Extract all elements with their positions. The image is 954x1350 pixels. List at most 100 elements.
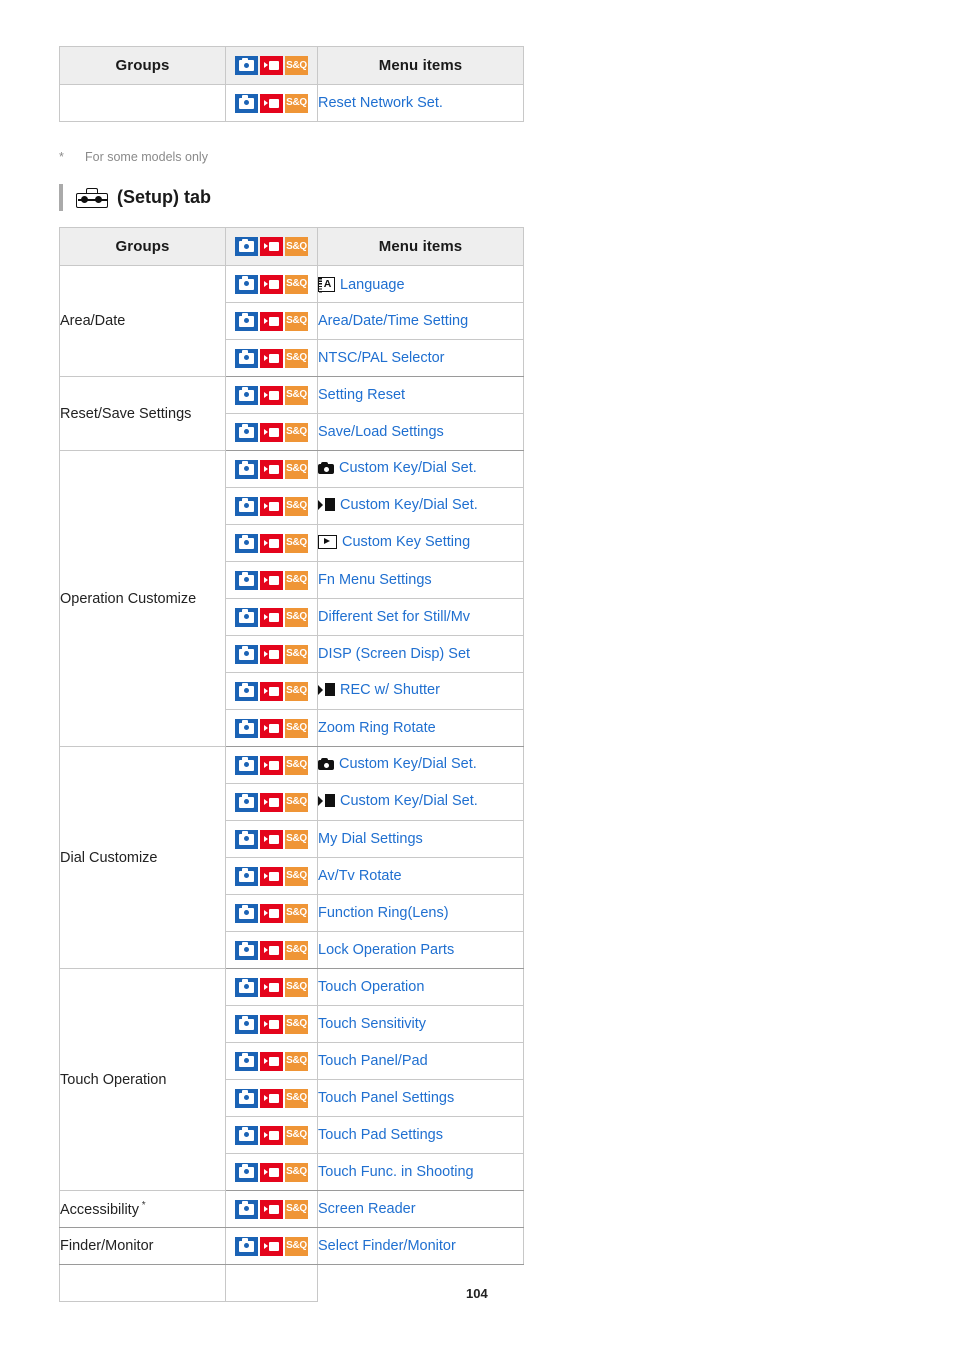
- menu-item-cell[interactable]: Fn Menu Settings: [317, 561, 524, 599]
- slow-quick-badge-icon: S&Q: [285, 237, 308, 256]
- movie-badge-icon: [260, 792, 283, 812]
- menu-item-cell[interactable]: Function Ring(Lens): [317, 894, 524, 932]
- still-photo-badge-icon: [235, 903, 258, 923]
- menu-item-link[interactable]: Touch Pad Settings: [318, 1127, 443, 1143]
- menu-item-cell[interactable]: Reset Network Set.: [317, 84, 524, 122]
- badge-cell: S&Q: [225, 820, 318, 858]
- menu-item-cell[interactable]: Av/Tv Rotate: [317, 857, 524, 895]
- menu-item-label: Save/Load Settings: [318, 424, 444, 440]
- movie-badge-icon: [260, 422, 283, 442]
- menu-item-cell[interactable]: Select Finder/Monitor: [317, 1227, 524, 1265]
- menu-item-cell[interactable]: Custom Key/Dial Set.: [317, 450, 524, 488]
- menu-item-link[interactable]: Touch Panel Settings: [318, 1090, 454, 1106]
- playback-icon: [318, 534, 337, 549]
- still-photo-badge-icon: [235, 422, 258, 442]
- group-label: Area/Date: [60, 313, 126, 329]
- menu-item-link[interactable]: Setting Reset: [318, 387, 405, 403]
- still-photo-badge-icon: [235, 459, 258, 479]
- slow-quick-badge-icon: S&Q: [285, 607, 308, 627]
- menu-item-cell[interactable]: Touch Panel Settings: [317, 1079, 524, 1117]
- menu-item-cell[interactable]: Setting Reset: [317, 376, 524, 414]
- menu-item-link[interactable]: Area/Date/Time Setting: [318, 313, 468, 329]
- still-photo-badge-icon: [235, 1125, 258, 1145]
- menu-item-link[interactable]: Zoom Ring Rotate: [318, 720, 436, 736]
- menu-item-link[interactable]: Touch Panel/Pad: [318, 1053, 428, 1069]
- menu-item-label: Custom Key/Dial Set.: [339, 460, 477, 476]
- menu-item-link[interactable]: Screen Reader: [318, 1201, 416, 1217]
- movie-badge-icon: [260, 681, 283, 701]
- menu-item-cell[interactable]: A Language: [317, 265, 524, 303]
- menu-item-link[interactable]: Touch Sensitivity: [318, 1016, 426, 1032]
- still-photo-badge-icon: [235, 570, 258, 590]
- menu-item-cell[interactable]: REC w/ Shutter: [317, 672, 524, 710]
- menu-item-label: REC w/ Shutter: [340, 681, 440, 698]
- menu-item-link[interactable]: NTSC/PAL Selector: [318, 350, 445, 366]
- menu-item-link[interactable]: DISP (Screen Disp) Set: [318, 646, 470, 662]
- still-photo-badge-icon: [235, 496, 258, 516]
- menu-item-link[interactable]: Lock Operation Parts: [318, 942, 454, 958]
- movie-badge-icon: [260, 570, 283, 590]
- badge-trio: S&Q: [235, 977, 308, 997]
- badge-cell: S&Q: [225, 339, 318, 377]
- movie-badge-icon: [260, 1088, 283, 1108]
- header-badges: S&Q: [225, 227, 318, 266]
- menu-item-link[interactable]: Touch Func. in Shooting: [318, 1164, 474, 1180]
- menu-item-link[interactable]: Select Finder/Monitor: [318, 1238, 456, 1254]
- menu-item-cell[interactable]: Save/Load Settings: [317, 413, 524, 451]
- badge-cell: S&Q: [225, 413, 318, 451]
- heading-accent-bar: [59, 184, 63, 211]
- group-name-cell: [59, 84, 226, 122]
- menu-item-link[interactable]: My Dial Settings: [318, 831, 423, 847]
- menu-item-cell[interactable]: Screen Reader: [317, 1190, 524, 1228]
- menu-item-link[interactable]: REC w/ Shutter: [318, 682, 440, 698]
- menu-item-cell[interactable]: My Dial Settings: [317, 820, 524, 858]
- menu-item-cell[interactable]: Custom Key Setting: [317, 524, 524, 562]
- group-label: Dial Customize: [60, 849, 158, 866]
- menu-item-link[interactable]: Touch Operation: [318, 979, 424, 995]
- movie-badge-icon: [260, 533, 283, 553]
- menu-item-cell[interactable]: DISP (Screen Disp) Set: [317, 635, 524, 673]
- still-photo-badge-icon: [235, 1014, 258, 1034]
- menu-item-cell[interactable]: Custom Key/Dial Set.: [317, 746, 524, 784]
- still-photo-badge-icon: [235, 93, 258, 113]
- badge-trio: S&Q: [235, 1088, 308, 1108]
- menu-item-cell[interactable]: Touch Func. in Shooting: [317, 1153, 524, 1191]
- badge-trio: S&Q: [235, 1014, 308, 1034]
- group-name-cell: Operation Customize: [59, 450, 226, 747]
- menu-item-label: Custom Key Setting: [342, 533, 471, 550]
- menu-item-link[interactable]: Function Ring(Lens): [318, 905, 449, 921]
- menu-item-cell[interactable]: Zoom Ring Rotate: [317, 709, 524, 747]
- menu-item-cell[interactable]: Touch Operation: [317, 968, 524, 1006]
- menu-item-link[interactable]: Custom Key/Dial Set.: [318, 793, 478, 809]
- slow-quick-badge-icon: S&Q: [285, 570, 308, 590]
- menu-item-cell[interactable]: Custom Key/Dial Set.: [317, 487, 524, 525]
- group-name-cell: Accessibility *: [59, 1190, 226, 1228]
- menu-item-cell[interactable]: Touch Sensitivity: [317, 1005, 524, 1043]
- table-header-row: Groups S&Q Menu items: [59, 46, 524, 85]
- menu-item-link[interactable]: Custom Key/Dial Set.: [318, 756, 477, 772]
- movie-badge-icon: [260, 1199, 283, 1219]
- table-row: Area/Date S&Q A Language: [59, 265, 524, 377]
- movie-badge-icon: [260, 1051, 283, 1071]
- menu-item-link[interactable]: Different Set for Still/Mv: [318, 609, 470, 625]
- table-header-row: Groups S&Q Menu items: [59, 227, 524, 266]
- menu-item-cell[interactable]: Touch Panel/Pad: [317, 1042, 524, 1080]
- menu-item-link[interactable]: A Language: [318, 277, 405, 293]
- menu-item-link[interactable]: Reset Network Set.: [318, 95, 443, 111]
- menu-item-cell[interactable]: Different Set for Still/Mv: [317, 598, 524, 636]
- menu-item-cell[interactable]: Touch Pad Settings: [317, 1116, 524, 1154]
- menu-item-cell[interactable]: Area/Date/Time Setting: [317, 302, 524, 340]
- menu-item-link[interactable]: Custom Key/Dial Set.: [318, 460, 477, 476]
- menu-item-link[interactable]: Save/Load Settings: [318, 424, 444, 440]
- menu-item-link[interactable]: Av/Tv Rotate: [318, 868, 402, 884]
- menu-item-link[interactable]: Custom Key Setting: [318, 534, 470, 550]
- badge-trio: S&Q: [235, 792, 308, 812]
- menu-item-cell[interactable]: NTSC/PAL Selector: [317, 339, 524, 377]
- menu-item-link[interactable]: Custom Key/Dial Set.: [318, 497, 478, 513]
- menu-item-cell[interactable]: Lock Operation Parts: [317, 931, 524, 969]
- menu-item-link[interactable]: Fn Menu Settings: [318, 572, 432, 588]
- slow-quick-badge-icon: S&Q: [285, 274, 308, 294]
- menu-item-cell[interactable]: Custom Key/Dial Set.: [317, 783, 524, 821]
- group-name-cell: Touch Operation: [59, 968, 226, 1191]
- header-groups: Groups: [59, 227, 226, 266]
